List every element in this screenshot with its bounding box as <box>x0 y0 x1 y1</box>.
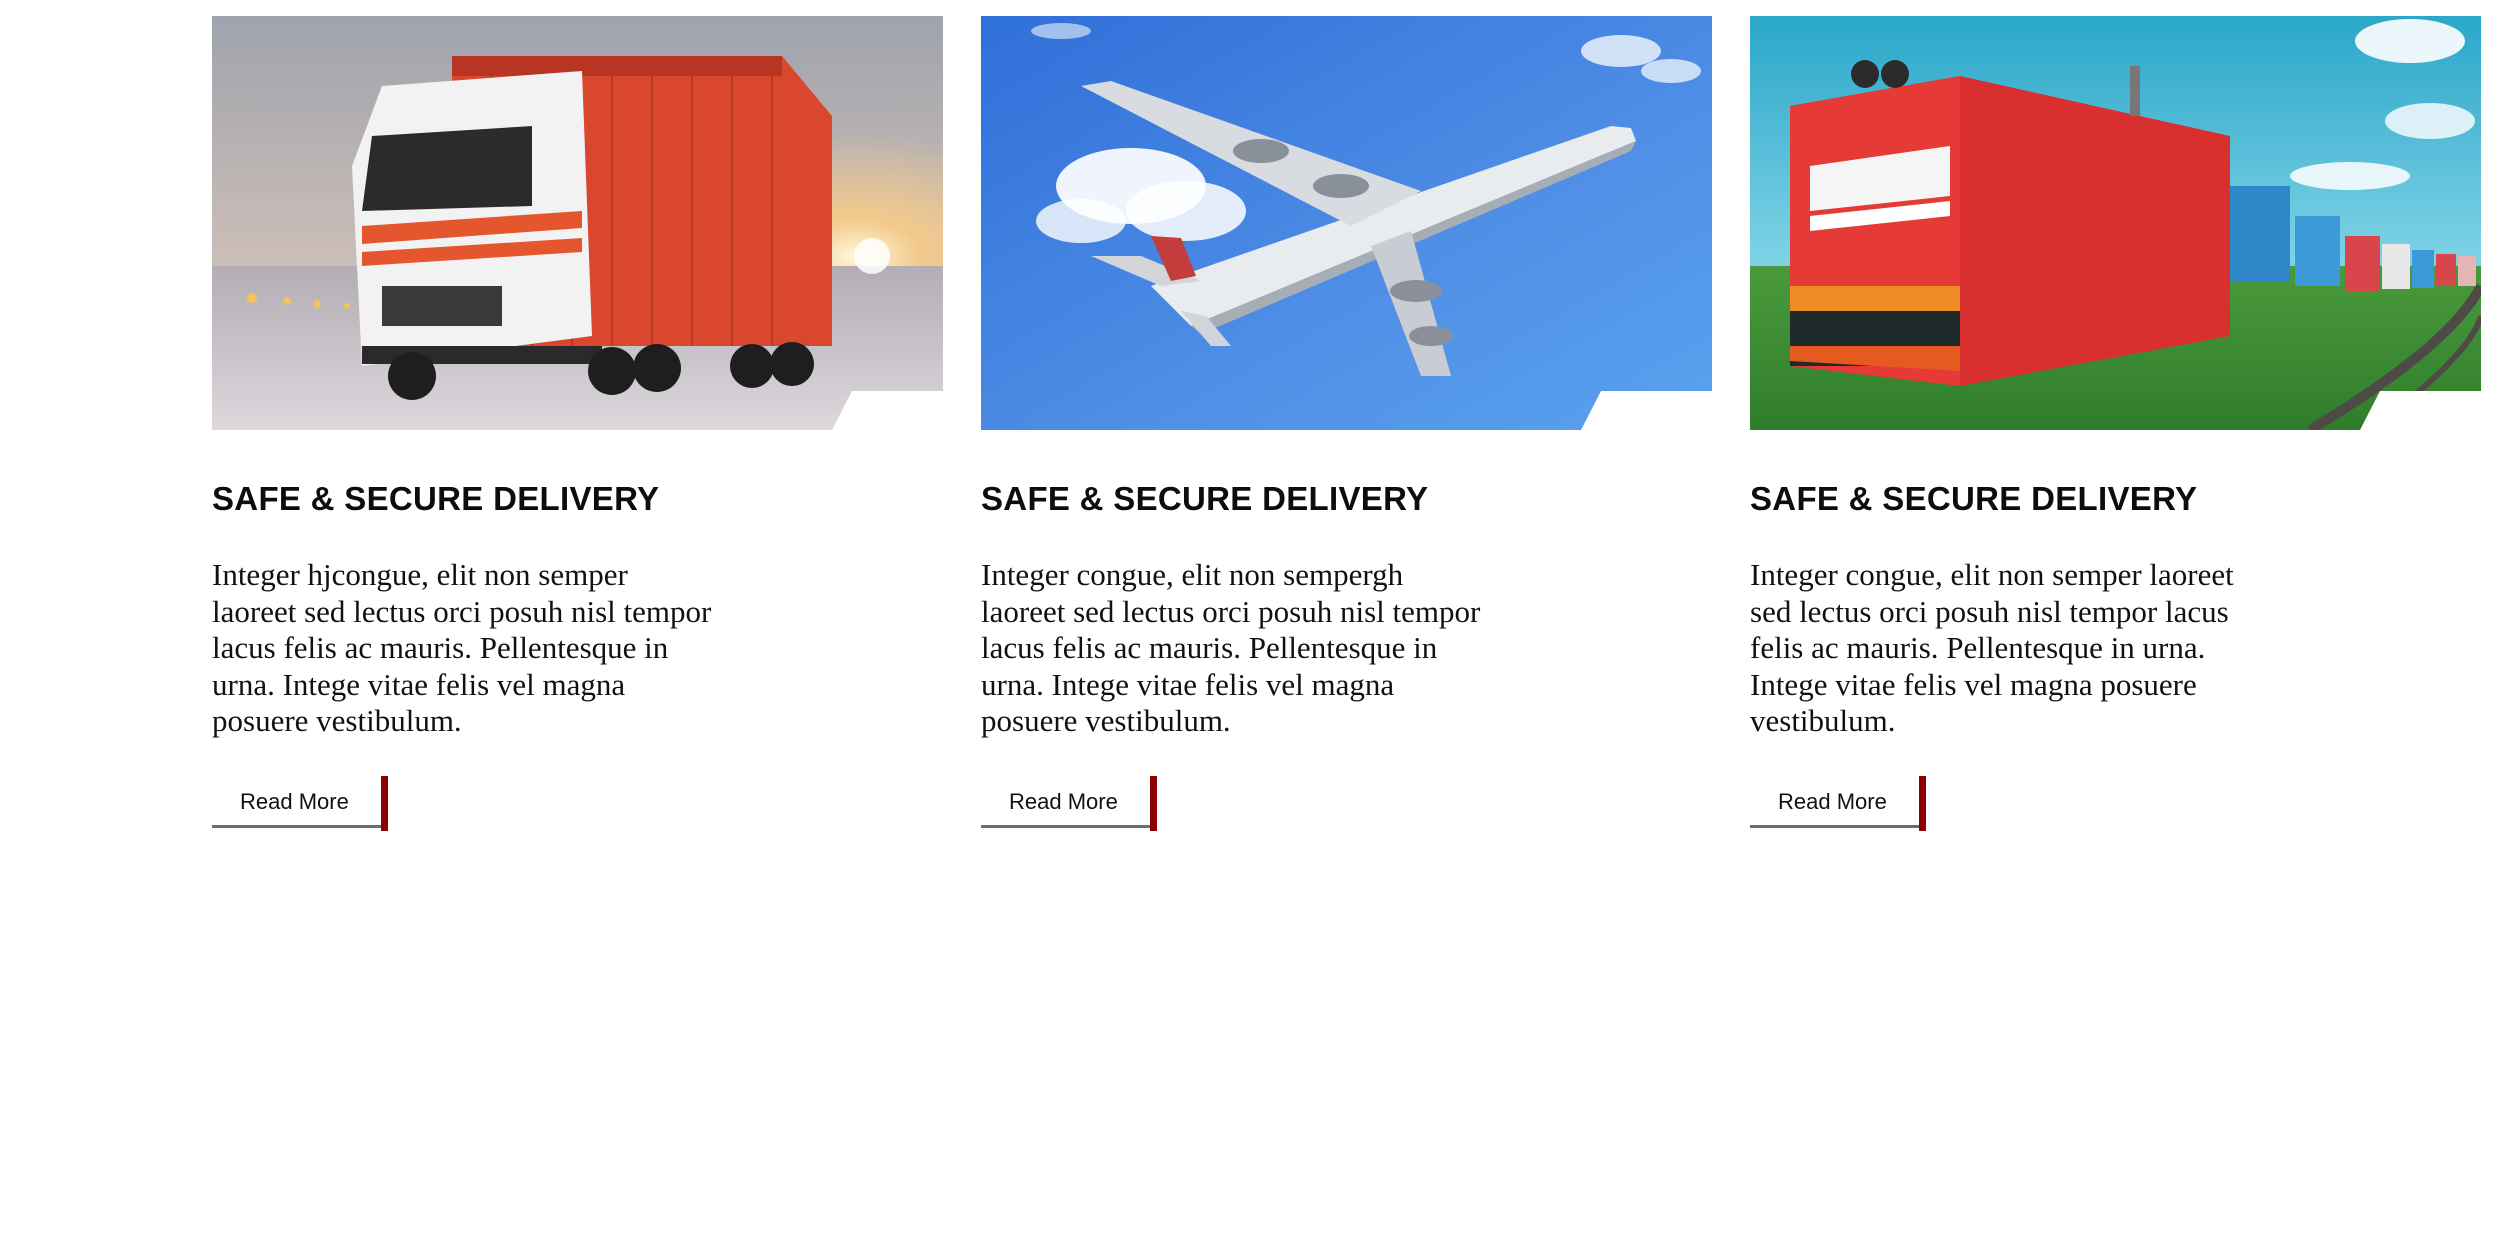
card-title: SAFE & SECURE DELIVERY <box>212 480 660 517</box>
read-more-label: Read More <box>1778 788 1887 814</box>
read-more-button[interactable]: Read More <box>981 775 1157 831</box>
card-title: SAFE & SECURE DELIVERY <box>981 480 1429 517</box>
train-image <box>1750 16 2481 430</box>
read-more-label: Read More <box>240 788 349 814</box>
services-section: SAFE & SECURE DELIVERY Integer hjcongue,… <box>212 16 2482 831</box>
truck-image <box>212 16 943 430</box>
button-accent-bar <box>381 775 388 831</box>
card-description: Integer congue, elit non semper laoreet … <box>1750 557 2234 738</box>
read-more-label: Read More <box>1009 788 1118 814</box>
button-accent-bar <box>1919 775 1926 831</box>
airplane-image <box>981 16 1712 430</box>
read-more-button[interactable]: Read More <box>212 775 388 831</box>
service-card-train: SAFE & SECURE DELIVERY Integer congue, e… <box>1750 16 2481 831</box>
button-accent-bar <box>1150 775 1157 831</box>
service-card-truck: SAFE & SECURE DELIVERY Integer hjcongue,… <box>212 16 943 831</box>
service-card-airplane: SAFE & SECURE DELIVERY Integer congue, e… <box>981 16 1712 831</box>
card-description: Integer hjcongue, elit non semper laoree… <box>212 557 712 738</box>
card-title: SAFE & SECURE DELIVERY <box>1750 480 2198 517</box>
card-description: Integer congue, elit non sempergh laoree… <box>981 557 1481 738</box>
read-more-button[interactable]: Read More <box>1750 775 1926 831</box>
